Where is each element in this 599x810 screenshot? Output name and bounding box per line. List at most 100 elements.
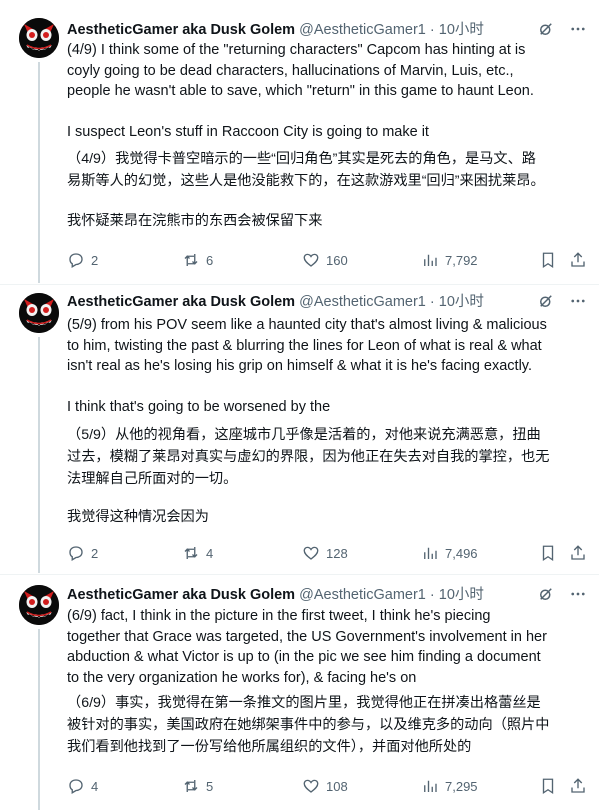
views-button[interactable]: 7,496 — [421, 544, 539, 562]
tweet-actions: 4 5 108 7,295 — [67, 775, 589, 797]
avatar[interactable] — [19, 585, 59, 625]
text-line: 过去，模糊了莱昂对真实与虚幻的界限，因为他正在失去对自我的掌控，也无 — [67, 449, 550, 465]
like-icon — [303, 253, 319, 267]
view-count: 7,792 — [445, 252, 478, 268]
user-handle[interactable]: @AestheticGamer1 — [299, 587, 426, 603]
text-line: 我觉得这种情况会因为 — [67, 509, 209, 525]
reply-button[interactable]: 2 — [67, 251, 182, 269]
tweet-actions: 2 6 160 7,792 — [67, 249, 589, 271]
reply-button[interactable]: 2 — [67, 544, 182, 562]
view-count: 7,496 — [445, 545, 478, 561]
timestamp[interactable]: 10小时 — [439, 294, 484, 310]
timestamp[interactable]: 10小时 — [439, 587, 484, 603]
like-icon — [303, 779, 319, 793]
text-line: 被针对的事实，美国政府在她绑架事件中的参与，以及维克多的动向（照片中 — [67, 717, 550, 733]
text-line: (5/9) from his POV seem like a haunted c… — [67, 317, 547, 333]
views-icon — [424, 254, 437, 266]
repost-button[interactable]: 5 — [182, 777, 302, 795]
display-name[interactable]: AestheticGamer aka Dusk Golem — [67, 22, 295, 38]
text-line: abduction & what Victor is up to (in the… — [67, 649, 541, 665]
more-icon[interactable] — [569, 585, 587, 603]
grok-icon[interactable] — [537, 20, 555, 38]
share-button[interactable] — [569, 777, 589, 795]
reply-button[interactable]: 4 — [67, 777, 182, 795]
repost-count: 4 — [206, 545, 214, 561]
repost-icon — [184, 780, 198, 792]
text-line: 我怀疑莱昂在浣熊市的东西会被保留下来 — [67, 213, 323, 229]
more-icon[interactable] — [569, 20, 587, 38]
text-line: （5/9）从他的视角看，这座城市几乎像是活着的，对他来说充满恶意，扭曲 — [67, 427, 541, 443]
like-icon — [303, 546, 319, 560]
tweet-header: AestheticGamer aka Dusk Golem @Aesthetic… — [67, 585, 587, 605]
repost-icon — [184, 254, 198, 266]
reply-icon — [69, 253, 83, 268]
text-line: （4/9）我觉得卡普空暗示的一些“回归角色”其实是死去的角色，是马文、路 — [67, 151, 536, 167]
text-line: I suspect Leon's stuff in Raccoon City i… — [67, 124, 429, 140]
separator-dot: · — [429, 587, 435, 603]
bookmark-icon — [542, 252, 554, 269]
views-button[interactable]: 7,295 — [421, 777, 539, 795]
tweet-text-en: (6/9) fact, I think in the picture in th… — [67, 606, 589, 688]
repost-button[interactable]: 4 — [182, 544, 302, 562]
text-line: （6/9）事实，我觉得在第一条推文的图片里，我觉得他正在拼凑出格蕾丝是 — [67, 695, 541, 711]
bookmark-button[interactable] — [539, 251, 569, 269]
tweet-translation-cn: （5/9）从他的视角看，这座城市几乎像是活着的，对他来说充满恶意，扭曲 过去，模… — [67, 424, 589, 528]
like-count: 108 — [326, 778, 348, 794]
like-button[interactable]: 108 — [302, 777, 421, 795]
tweet-actions: 2 4 128 7,496 — [67, 542, 589, 564]
text-line: isn't real as he's losing his grip on hi… — [67, 358, 532, 374]
reply-icon — [69, 546, 83, 561]
repost-count: 6 — [206, 252, 214, 268]
avatar[interactable] — [19, 18, 59, 58]
reply-count: 4 — [91, 778, 99, 794]
bookmark-button[interactable] — [539, 777, 569, 795]
view-count: 7,295 — [445, 778, 478, 794]
user-handle[interactable]: @AestheticGamer1 — [299, 294, 426, 310]
tweet-translation-cn: （4/9）我觉得卡普空暗示的一些“回归角色”其实是死去的角色，是马文、路 易斯等… — [67, 148, 589, 232]
share-icon — [571, 545, 585, 560]
tweet-text-en: (4/9) I think some of the "returning cha… — [67, 40, 589, 143]
share-icon — [571, 778, 585, 793]
text-line: together that Grace was targeted, the US… — [67, 628, 547, 645]
reply-icon — [69, 779, 83, 794]
tweet-3[interactable]: AestheticGamer aka Dusk Golem @Aesthetic… — [0, 575, 599, 810]
like-button[interactable]: 128 — [302, 544, 421, 562]
thread-line — [38, 62, 40, 283]
text-line: coyly going to be dead characters, hallu… — [67, 62, 514, 79]
repost-icon — [184, 547, 198, 559]
timestamp[interactable]: 10小时 — [439, 22, 484, 38]
text-line: to the very organization he works for), … — [67, 669, 417, 686]
repost-count: 5 — [206, 778, 214, 794]
text-line: (4/9) I think some of the "returning cha… — [67, 42, 526, 58]
display-name[interactable]: AestheticGamer aka Dusk Golem — [67, 294, 295, 310]
user-handle[interactable]: @AestheticGamer1 — [299, 22, 426, 38]
share-button[interactable] — [569, 544, 589, 562]
repost-button[interactable]: 6 — [182, 251, 302, 269]
thread-line — [38, 629, 40, 810]
grok-icon[interactable] — [537, 585, 555, 603]
tweet-text-en: (5/9) from his POV seem like a haunted c… — [67, 315, 589, 418]
like-button[interactable]: 160 — [302, 251, 421, 269]
tweet-header: AestheticGamer aka Dusk Golem @Aesthetic… — [67, 292, 587, 312]
display-name[interactable]: AestheticGamer aka Dusk Golem — [67, 587, 295, 603]
separator-dot: · — [429, 294, 435, 310]
avatar[interactable] — [19, 293, 59, 333]
tweet-2[interactable]: AestheticGamer aka Dusk Golem @Aesthetic… — [0, 285, 599, 573]
bookmark-icon — [542, 778, 554, 795]
bookmark-icon — [542, 545, 554, 562]
views-icon — [424, 780, 437, 792]
share-icon — [571, 252, 585, 267]
text-line: 我们看到他找到了一份写给他所属组织的文件），并面对他所处的 — [67, 739, 472, 755]
thread-line — [38, 337, 40, 573]
more-icon[interactable] — [569, 292, 587, 310]
views-button[interactable]: 7,792 — [421, 251, 539, 269]
bookmark-button[interactable] — [539, 544, 569, 562]
share-button[interactable] — [569, 251, 589, 269]
text-line: I think that's going to be worsened by t… — [67, 399, 331, 415]
tweet-1[interactable]: AestheticGamer aka Dusk Golem @Aesthetic… — [0, 0, 599, 283]
like-count: 128 — [326, 545, 348, 561]
like-count: 160 — [326, 252, 348, 268]
grok-icon[interactable] — [537, 292, 555, 310]
text-line: 易斯等人的幻觉，这些人是他没能救下的，在这款游戏里“回归”来困扰莱昂。 — [67, 173, 545, 189]
reply-count: 2 — [91, 252, 99, 268]
